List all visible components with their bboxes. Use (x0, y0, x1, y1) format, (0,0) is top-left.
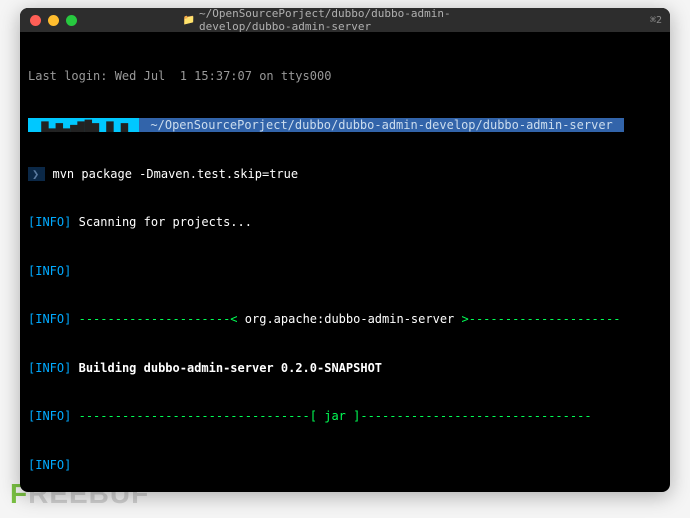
command-text: mvn package -Dmaven.test.skip=true (52, 167, 298, 181)
prompt-user-segment: ▆▂▅▂▄▆▇▅ ▆ ▅ (28, 118, 139, 132)
folder-icon: 📁 (183, 15, 195, 26)
terminal-window: 📁 ~/OpenSourcePorject/dubbo/dubbo-admin-… (20, 8, 670, 492)
prompt-arrow: ❯ (28, 167, 45, 181)
prompt-line: ▆▂▅▂▄▆▇▅ ▆ ▅ ~/OpenSourcePorject/dubbo/d… (28, 117, 662, 133)
log-line: [INFO] (28, 457, 662, 473)
minimize-icon[interactable] (48, 15, 59, 26)
log-line: [INFO] Building dubbo-admin-server 0.2.0… (28, 360, 662, 376)
terminal-content[interactable]: Last login: Wed Jul 1 15:37:07 on ttys00… (20, 32, 670, 492)
last-login-line: Last login: Wed Jul 1 15:37:07 on ttys00… (28, 68, 662, 84)
window-title: 📁 ~/OpenSourcePorject/dubbo/dubbo-admin-… (183, 8, 508, 33)
traffic-lights (30, 15, 77, 26)
log-line: [INFO] (28, 263, 662, 279)
session-badge: ⌘2 (650, 15, 662, 26)
log-line: [INFO] ---------------------< org.apache… (28, 311, 662, 327)
maximize-icon[interactable] (66, 15, 77, 26)
prompt-path-segment: ~/OpenSourcePorject/dubbo/dubbo-admin-de… (139, 118, 624, 132)
title-bar: 📁 ~/OpenSourcePorject/dubbo/dubbo-admin-… (20, 8, 670, 32)
close-icon[interactable] (30, 15, 41, 26)
log-line: [INFO] Scanning for projects... (28, 214, 662, 230)
log-line: [INFO] --------------------------------[… (28, 408, 662, 424)
command-line: ❯ mvn package -Dmaven.test.skip=true (28, 166, 662, 182)
